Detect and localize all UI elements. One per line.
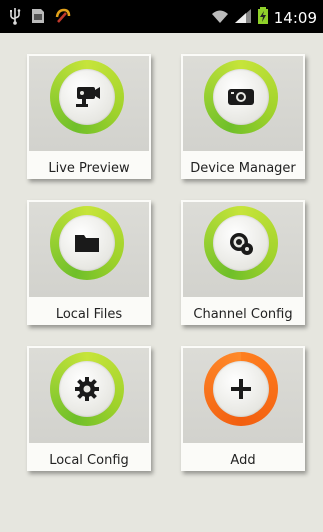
device-icon bbox=[213, 69, 269, 125]
icon-circle bbox=[59, 69, 115, 125]
plus-icon bbox=[213, 361, 269, 417]
tile-label: Channel Config bbox=[193, 307, 293, 322]
local-files-tile[interactable]: Local Files bbox=[27, 200, 151, 325]
main-menu-grid: Live Preview Device Manager Local Files bbox=[0, 33, 323, 532]
add-tile[interactable]: Add bbox=[181, 346, 305, 471]
channel-config-icon bbox=[213, 215, 269, 271]
status-time: 14:09 bbox=[273, 9, 317, 27]
device-manager-tile[interactable]: Device Manager bbox=[181, 54, 305, 179]
tile-label: Add bbox=[230, 453, 256, 468]
local-config-tile[interactable]: Local Config bbox=[27, 346, 151, 471]
folder-icon bbox=[59, 215, 115, 271]
gear-icon bbox=[59, 361, 115, 417]
notification-icon bbox=[54, 7, 72, 29]
icon-ring bbox=[50, 206, 124, 280]
status-icons-right: 14:09 bbox=[211, 7, 317, 29]
tile-label: Local Files bbox=[55, 307, 123, 322]
camera-icon bbox=[59, 69, 115, 125]
live-preview-tile[interactable]: Live Preview bbox=[27, 54, 151, 179]
status-bar: 14:09 bbox=[0, 0, 323, 33]
wifi-icon bbox=[211, 8, 229, 28]
icon-circle bbox=[59, 361, 115, 417]
icon-ring bbox=[204, 206, 278, 280]
icon-circle bbox=[213, 361, 269, 417]
icon-ring bbox=[204, 60, 278, 134]
icon-circle bbox=[59, 215, 115, 271]
icon-ring bbox=[204, 352, 278, 426]
usb-icon bbox=[8, 7, 22, 29]
sd-card-icon bbox=[30, 7, 46, 29]
status-icons-left bbox=[8, 7, 72, 29]
icon-circle bbox=[213, 69, 269, 125]
icon-ring bbox=[50, 352, 124, 426]
tile-label: Live Preview bbox=[48, 161, 130, 176]
signal-icon bbox=[234, 8, 252, 28]
icon-circle bbox=[213, 215, 269, 271]
channel-config-tile[interactable]: Channel Config bbox=[181, 200, 305, 325]
battery-icon bbox=[257, 7, 269, 29]
tile-label: Device Manager bbox=[190, 161, 296, 176]
tile-label: Local Config bbox=[49, 453, 129, 468]
icon-ring bbox=[50, 60, 124, 134]
